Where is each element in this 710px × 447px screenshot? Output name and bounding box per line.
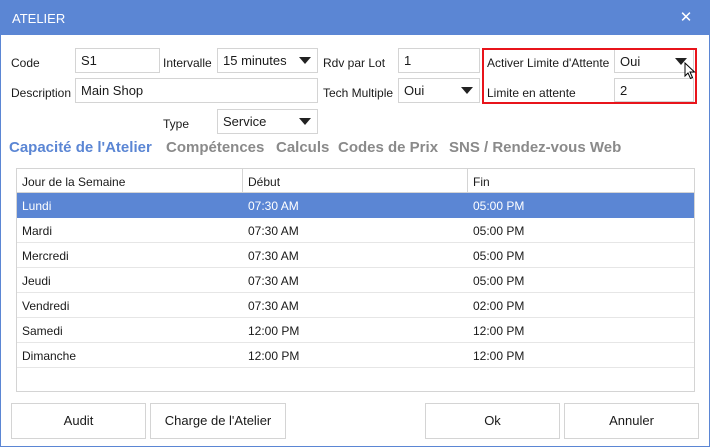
atelier-dialog: ATELIER ✕ Code S1 Intervalle 15 minutes … xyxy=(0,0,710,447)
cell-start: 07:30 AM xyxy=(248,199,299,213)
capacity-grid: Jour de la Semaine Début Fin Lundi 07:30… xyxy=(16,168,695,392)
chevron-down-icon xyxy=(299,118,311,125)
highlight-box xyxy=(482,48,697,104)
cell-day: Mardi xyxy=(22,224,53,238)
table-row[interactable]: Samedi 12:00 PM 12:00 PM xyxy=(17,318,694,343)
tech-multiple-select[interactable]: Oui xyxy=(398,78,480,103)
mouse-pointer-icon xyxy=(684,62,696,80)
cell-end: 05:00 PM xyxy=(473,249,525,263)
table-row[interactable]: Mercredi 07:30 AM 05:00 PM xyxy=(17,243,694,268)
cell-day: Mercredi xyxy=(22,249,69,263)
cell-day: Samedi xyxy=(22,324,63,338)
code-label: Code xyxy=(11,56,40,70)
cell-day: Vendredi xyxy=(22,299,70,313)
cell-end: 05:00 PM xyxy=(473,274,525,288)
cell-end: 02:00 PM xyxy=(473,299,525,313)
cell-start: 07:30 AM xyxy=(248,274,299,288)
cell-start: 07:30 AM xyxy=(248,299,299,313)
ok-button[interactable]: Ok xyxy=(425,403,560,439)
column-header-debut[interactable]: Début xyxy=(243,169,468,193)
tech-multiple-label: Tech Multiple xyxy=(323,86,394,100)
type-label: Type xyxy=(163,117,190,131)
table-row[interactable]: Vendredi 07:30 AM 02:00 PM xyxy=(17,293,694,318)
tab-sns-rendez-vous-web[interactable]: SNS / Rendez-vous Web xyxy=(449,139,621,156)
tab-competences[interactable]: Compétences xyxy=(166,139,264,156)
table-row[interactable]: Lundi 07:30 AM 05:00 PM xyxy=(17,193,694,218)
description-input[interactable]: Main Shop xyxy=(75,78,318,103)
cell-end: 05:00 PM xyxy=(473,199,525,213)
rdv-par-lot-input[interactable]: 1 xyxy=(398,48,480,73)
code-input[interactable]: S1 xyxy=(75,48,160,73)
column-header-jour[interactable]: Jour de la Semaine xyxy=(17,169,243,193)
annuler-button[interactable]: Annuler xyxy=(564,403,699,439)
charge-atelier-button[interactable]: Charge de l'Atelier xyxy=(150,403,286,439)
chevron-down-icon xyxy=(461,87,473,94)
table-row[interactable]: Dimanche 12:00 PM 12:00 PM xyxy=(17,343,694,368)
audit-button[interactable]: Audit xyxy=(11,403,146,439)
chevron-down-icon xyxy=(299,57,311,64)
cell-start: 07:30 AM xyxy=(248,249,299,263)
cell-day: Lundi xyxy=(22,199,52,213)
cell-start: 12:00 PM xyxy=(248,324,300,338)
tab-capacite-atelier[interactable]: Capacité de l'Atelier xyxy=(9,139,152,156)
title-bar: ATELIER ✕ xyxy=(1,1,709,35)
rdv-par-lot-label: Rdv par Lot xyxy=(323,56,386,70)
grid-header: Jour de la Semaine Début Fin xyxy=(17,169,694,193)
type-select-value: Service xyxy=(223,114,267,129)
column-header-fin[interactable]: Fin xyxy=(468,169,694,193)
intervalle-select-value: 15 minutes xyxy=(223,53,287,68)
intervalle-select[interactable]: 15 minutes xyxy=(217,48,318,73)
tech-multiple-select-value: Oui xyxy=(404,83,425,98)
cell-end: 12:00 PM xyxy=(473,324,525,338)
close-icon[interactable]: ✕ xyxy=(677,8,695,28)
cell-start: 12:00 PM xyxy=(248,349,300,363)
cell-day: Jeudi xyxy=(22,274,51,288)
type-select[interactable]: Service xyxy=(217,109,318,134)
table-row[interactable]: Mardi 07:30 AM 05:00 PM xyxy=(17,218,694,243)
tab-codes-de-prix[interactable]: Codes de Prix xyxy=(338,139,438,156)
cell-end: 05:00 PM xyxy=(473,224,525,238)
cell-start: 07:30 AM xyxy=(248,224,299,238)
description-label: Description xyxy=(11,86,72,100)
cell-end: 12:00 PM xyxy=(473,349,525,363)
window-title: ATELIER xyxy=(12,11,66,26)
cell-day: Dimanche xyxy=(22,349,77,363)
table-row[interactable]: Jeudi 07:30 AM 05:00 PM xyxy=(17,268,694,293)
intervalle-label: Intervalle xyxy=(163,56,212,70)
tab-calculs[interactable]: Calculs xyxy=(276,139,329,156)
